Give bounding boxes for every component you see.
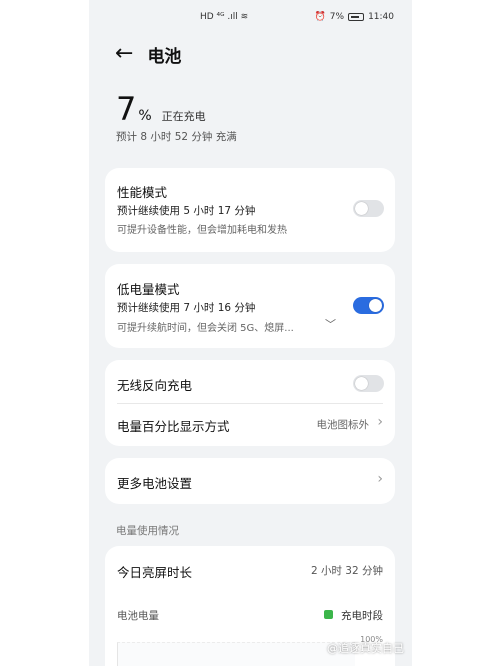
percentage-display-value[interactable]: 电池图标外 xyxy=(317,417,370,432)
alarm-icon: ⏰ xyxy=(314,12,326,22)
network-indicators: HD ⁴ᴳ .ıll ≋ xyxy=(200,12,248,22)
charge-estimate: 预计 8 小时 52 分钟 充满 xyxy=(116,131,237,143)
battery-level-unit: % xyxy=(138,108,152,124)
arrow-left-icon[interactable]: ← xyxy=(115,43,133,65)
more-settings-card[interactable]: 更多电池设置 › xyxy=(105,458,395,504)
watermark: @追逐真实自己 xyxy=(327,642,404,655)
charging-legend-label: 充电时段 xyxy=(341,610,383,622)
charging-options-card: 无线反向充电 电量百分比显示方式 电池图标外 › xyxy=(105,360,395,446)
low-power-mode-toggle[interactable] xyxy=(353,297,384,314)
battery-chart xyxy=(117,642,355,666)
low-power-mode-desc: 可提升续航时间，但会关闭 5G、熄屏... xyxy=(117,323,294,334)
top-bar: ← 电池 xyxy=(115,42,182,67)
page-title: 电池 xyxy=(147,46,182,67)
wireless-reverse-title: 无线反向充电 xyxy=(117,378,193,393)
battery-level: 7 % 正在充电 xyxy=(116,90,206,128)
status-right: ⏰ 7% 11:40 xyxy=(315,12,394,22)
clock: 11:40 xyxy=(368,12,394,22)
low-power-mode-card[interactable]: 低电量模式 预计继续使用 7 小时 16 分钟 可提升续航时间，但会关闭 5G、… xyxy=(105,264,395,348)
charging-status: 正在充电 xyxy=(161,110,206,123)
screen-time-value: 2 小时 32 分钟 xyxy=(310,565,383,577)
wireless-reverse-toggle[interactable] xyxy=(353,375,384,392)
percentage-display-title[interactable]: 电量百分比显示方式 xyxy=(117,416,230,435)
chevron-right-icon[interactable]: › xyxy=(377,414,383,430)
battery-icon xyxy=(348,13,365,21)
battery-settings-screen: HD ⁴ᴳ .ıll ≋ ⏰ 7% 11:40 ← 电池 7 % 正在充电 预计… xyxy=(89,0,412,666)
low-power-mode-subtitle: 预计继续使用 7 小时 16 分钟 xyxy=(117,302,256,314)
signal-icons: HD ⁴ᴳ .ıll ≋ xyxy=(200,12,249,22)
performance-mode-subtitle: 预计继续使用 5 小时 17 分钟 xyxy=(117,205,256,217)
chevron-down-icon[interactable]: ﹀ xyxy=(325,316,336,332)
battery-percent-text: 7% xyxy=(329,12,345,22)
more-settings-title: 更多电池设置 xyxy=(117,476,193,491)
performance-mode-desc: 可提升设备性能，但会增加耗电和发热 xyxy=(117,225,287,236)
performance-mode-toggle[interactable] xyxy=(353,200,384,217)
performance-mode-title: 性能模式 xyxy=(117,185,168,200)
divider xyxy=(117,403,383,404)
charging-legend-swatch xyxy=(324,610,333,619)
battery-level-chart-label: 电池电量 xyxy=(117,610,159,622)
low-power-mode-title: 低电量模式 xyxy=(117,282,180,297)
chevron-right-icon[interactable]: › xyxy=(377,471,383,487)
screen-time-label: 今日亮屏时长 xyxy=(117,565,193,580)
performance-mode-card[interactable]: 性能模式 预计继续使用 5 小时 17 分钟 可提升设备性能，但会增加耗电和发热 xyxy=(105,168,395,252)
battery-level-number: 7 xyxy=(116,90,137,128)
usage-section-label: 电量使用情况 xyxy=(116,525,179,537)
status-bar: HD ⁴ᴳ .ıll ≋ ⏰ 7% 11:40 xyxy=(89,10,412,26)
